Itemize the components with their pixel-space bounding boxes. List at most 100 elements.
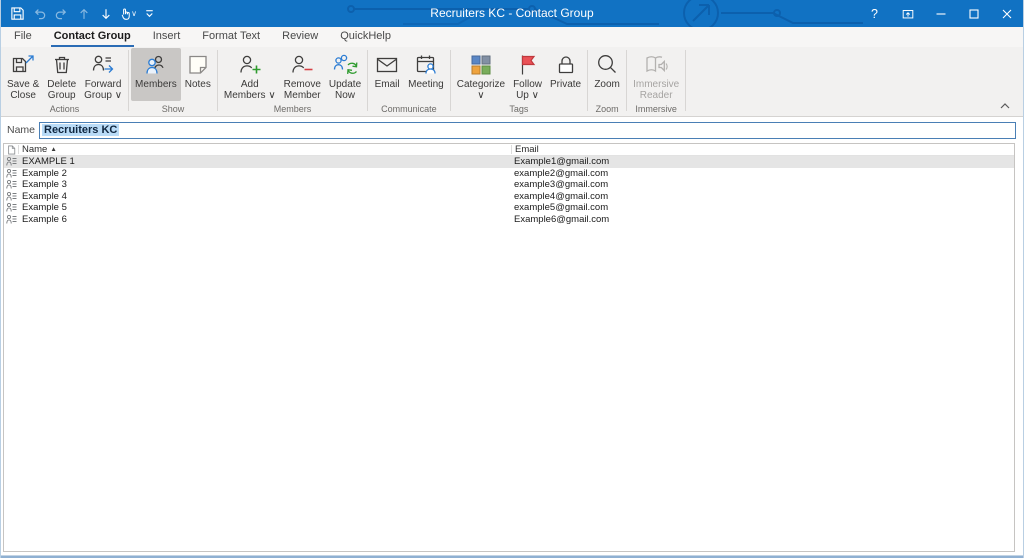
ribbon-separator (128, 50, 130, 111)
button-label: ∨ (477, 89, 485, 101)
save-icon[interactable] (7, 2, 28, 25)
categorize-icon (468, 51, 494, 78)
tab-review[interactable]: Review (279, 30, 321, 47)
notes-button[interactable]: Notes (181, 48, 215, 101)
member-email: Example1@gmail.com (514, 156, 610, 168)
add-members-button[interactable]: Add Members ∨ (220, 48, 280, 101)
meeting-button[interactable]: Meeting (404, 48, 448, 101)
minimize-button[interactable] (924, 0, 957, 27)
button-label: Save & (7, 79, 40, 90)
button-label: Members (135, 79, 177, 90)
zoom-button[interactable]: Zoom (590, 48, 624, 101)
button-label: Zoom (594, 79, 620, 90)
update-now-button[interactable]: Update Now (325, 48, 365, 101)
button-label: Private (549, 79, 582, 90)
lock-icon (553, 51, 579, 78)
forward-group-button[interactable]: Forward Group ∨ (80, 48, 126, 101)
ribbon-group-members: Add Members ∨ Remove Member Update Now M… (220, 48, 365, 116)
member-row[interactable]: Example 4 example4@gmail.com (4, 191, 1014, 203)
ribbon-group-immersive: Immersive Reader Immersive (629, 48, 683, 116)
delete-group-button[interactable]: Delete Group (43, 48, 80, 101)
contact-card-icon (4, 179, 19, 190)
maximize-button[interactable] (957, 0, 990, 27)
undo-icon[interactable] (29, 2, 50, 25)
magnifier-icon (594, 51, 620, 78)
button-label: Close (10, 89, 36, 101)
email-icon (374, 51, 400, 78)
follow-up-button[interactable]: Follow Up ∨ (509, 48, 546, 101)
collapse-ribbon-button[interactable] (997, 100, 1013, 112)
outlook-contact-group-window: ∨ Recruiters KC - Contact Group ? File C… (0, 0, 1024, 558)
quick-access-toolbar: ∨ (1, 2, 160, 25)
ribbon-separator (587, 50, 589, 111)
column-header-name[interactable]: Name ▲ (19, 144, 511, 155)
customize-qat-icon[interactable] (139, 2, 160, 25)
button-label: Now (335, 89, 356, 101)
group-name-input[interactable]: Recruiters KC (39, 121, 1016, 139)
members-icon (143, 51, 169, 78)
ribbon-group-zoom: Zoom Zoom (590, 48, 624, 116)
column-header-email[interactable]: Email (511, 145, 1014, 154)
tab-quickhelp[interactable]: QuickHelp (337, 30, 394, 47)
member-row[interactable]: Example 3 example3@gmail.com (4, 179, 1014, 191)
help-button[interactable]: ? (858, 0, 891, 27)
member-email: example5@gmail.com (514, 202, 609, 214)
member-email: example3@gmail.com (514, 179, 609, 191)
move-up-icon[interactable] (73, 2, 94, 25)
contact-card-icon (4, 168, 19, 179)
tab-insert[interactable]: Insert (150, 30, 184, 47)
immersive-reader-icon (643, 51, 669, 78)
button-label: Meeting (408, 79, 444, 90)
redo-icon[interactable] (51, 2, 72, 25)
save-close-icon (10, 51, 36, 78)
member-row[interactable]: Example 6 Example6@gmail.com (4, 214, 1014, 226)
move-down-icon[interactable] (95, 2, 116, 25)
follow-up-flag-icon (515, 51, 541, 78)
member-row[interactable]: Example 5 example5@gmail.com (4, 202, 1014, 214)
remove-member-button[interactable]: Remove Member (280, 48, 325, 101)
contact-card-icon (4, 191, 19, 202)
ribbon-group-label: Communicate (381, 104, 437, 114)
ribbon-display-options-button[interactable] (891, 0, 924, 27)
ribbon-separator (449, 50, 451, 111)
ribbon-separator (216, 50, 218, 111)
forward-group-icon (90, 51, 116, 78)
member-name: EXAMPLE 1 (22, 156, 75, 168)
button-label: Reader (639, 89, 673, 101)
button-label: Forward (84, 79, 122, 90)
members-button[interactable]: Members (131, 48, 181, 101)
group-name-value: Recruiters KC (42, 124, 120, 136)
member-row[interactable]: EXAMPLE 1 Example1@gmail.com (4, 156, 1014, 168)
item-type-column-icon[interactable] (4, 145, 19, 154)
button-label: Member (283, 89, 321, 101)
touch-mode-dropdown-icon[interactable]: ∨ (131, 9, 137, 18)
ribbon-group-label: Tags (509, 104, 529, 114)
member-name: Example 5 (22, 202, 67, 214)
ribbon-separator (367, 50, 369, 111)
member-row[interactable]: Example 2 example2@gmail.com (4, 168, 1014, 180)
categorize-button[interactable]: Categorize ∨ (453, 48, 509, 101)
member-name: Example 6 (22, 213, 67, 225)
tab-format-text[interactable]: Format Text (199, 30, 263, 47)
close-button[interactable] (990, 0, 1023, 27)
email-button[interactable]: Email (370, 48, 404, 101)
notes-icon (185, 51, 211, 78)
touch-mode-icon[interactable]: ∨ (117, 2, 138, 25)
button-label: Immersive (633, 79, 680, 90)
contact-card-icon (4, 156, 19, 167)
tab-file[interactable]: File (11, 30, 35, 47)
button-label: Follow (513, 79, 542, 90)
ribbon-group-tags: Categorize ∨ Follow Up ∨ Private Tags (453, 48, 585, 116)
private-button[interactable]: Private (546, 48, 585, 101)
button-label: Categorize (456, 79, 506, 90)
member-name: Example 4 (22, 190, 67, 202)
tab-contact-group[interactable]: Contact Group (50, 30, 134, 47)
ribbon-group-communicate: Email Meeting Communicate (370, 48, 448, 116)
ribbon-separator (626, 50, 628, 111)
members-list: Name ▲ Email EXAMPLE 1 Example1@gmail.co… (3, 143, 1015, 552)
button-label: Remove (283, 79, 321, 90)
ribbon-group-label: Immersive (635, 104, 677, 114)
member-email: Example6@gmail.com (514, 213, 610, 225)
save-close-button[interactable]: Save & Close (3, 48, 43, 101)
button-label: Email (374, 79, 400, 90)
